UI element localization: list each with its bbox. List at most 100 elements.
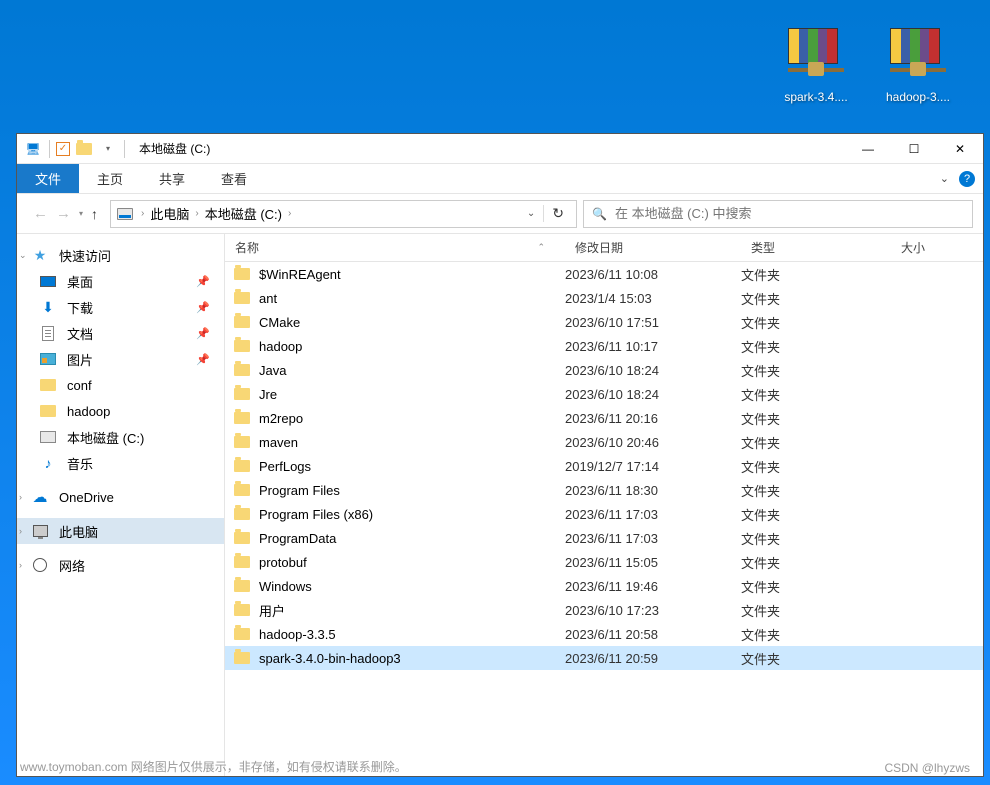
sidebar-item-label: 图片 bbox=[67, 350, 93, 369]
nav-history-dropdown-icon[interactable]: ▾ bbox=[79, 209, 83, 218]
table-row[interactable]: m2repo2023/6/11 20:16文件夹 bbox=[225, 406, 983, 430]
sidebar-item-network[interactable]: › 网络 bbox=[17, 552, 224, 578]
sidebar-item-music[interactable]: ♪ 音乐 bbox=[17, 450, 224, 476]
window-controls: — ☐ ✕ bbox=[845, 134, 983, 164]
file-type: 文件夹 bbox=[741, 313, 891, 332]
music-icon: ♪ bbox=[39, 454, 57, 472]
file-date: 2023/6/11 17:03 bbox=[565, 507, 741, 522]
table-row[interactable]: $WinREAgent2023/6/11 10:08文件夹 bbox=[225, 262, 983, 286]
table-row[interactable]: ProgramData2023/6/11 17:03文件夹 bbox=[225, 526, 983, 550]
desktop-icon-hadoop[interactable]: hadoop-3.... bbox=[878, 28, 958, 104]
desktop-icon-label: hadoop-3.... bbox=[886, 90, 950, 104]
explorer-body: ⌄ ★ 快速访问 桌面 📌 ⬇ 下载 📌 文档 📌 bbox=[17, 234, 983, 776]
help-icon[interactable]: ? bbox=[959, 171, 975, 187]
sidebar-item-onedrive[interactable]: › ☁ OneDrive bbox=[17, 484, 224, 510]
table-row[interactable]: Program Files (x86)2023/6/11 17:03文件夹 bbox=[225, 502, 983, 526]
breadcrumb-current[interactable]: 本地磁盘 (C:) bbox=[205, 204, 282, 223]
table-row[interactable]: ant2023/1/4 15:03文件夹 bbox=[225, 286, 983, 310]
sidebar-item-this-pc[interactable]: › 此电脑 bbox=[17, 518, 224, 544]
ribbon-tab-share[interactable]: 共享 bbox=[141, 164, 203, 193]
sidebar-item-pictures[interactable]: 图片 📌 bbox=[17, 346, 224, 372]
qat-dropdown-icon[interactable]: ▾ bbox=[98, 139, 118, 159]
network-icon bbox=[31, 556, 49, 574]
table-row[interactable]: CMake2023/6/10 17:51文件夹 bbox=[225, 310, 983, 334]
nav-back-button[interactable]: ← bbox=[33, 205, 48, 222]
ribbon-tab-file[interactable]: 文件 bbox=[17, 164, 79, 193]
file-date: 2023/6/10 17:23 bbox=[565, 603, 741, 618]
ribbon-tab-home[interactable]: 主页 bbox=[79, 164, 141, 193]
star-icon: ★ bbox=[31, 246, 49, 264]
chevron-right-icon[interactable]: › bbox=[141, 208, 144, 219]
file-date: 2023/6/11 17:03 bbox=[565, 531, 741, 546]
search-box[interactable]: 🔍 bbox=[583, 200, 973, 228]
file-date: 2023/6/11 19:46 bbox=[565, 579, 741, 594]
chevron-right-icon[interactable]: › bbox=[19, 560, 22, 570]
desktop-icon-spark[interactable]: spark-3.4.... bbox=[776, 28, 856, 104]
nav-forward-button[interactable]: → bbox=[56, 205, 71, 222]
sidebar-item-label: 音乐 bbox=[67, 454, 93, 473]
column-header-date[interactable]: 修改日期 bbox=[565, 239, 741, 256]
ribbon-tab-view[interactable]: 查看 bbox=[203, 164, 265, 193]
drive-icon bbox=[115, 208, 135, 220]
chevron-right-icon[interactable]: › bbox=[288, 208, 291, 219]
address-bar[interactable]: › 此电脑 › 本地磁盘 (C:) › ⌄ ↻ bbox=[110, 200, 577, 228]
chevron-right-icon[interactable]: › bbox=[195, 208, 198, 219]
minimize-button[interactable]: — bbox=[845, 134, 891, 164]
file-name: Java bbox=[259, 363, 565, 378]
file-type: 文件夹 bbox=[741, 289, 891, 308]
table-row[interactable]: maven2023/6/10 20:46文件夹 bbox=[225, 430, 983, 454]
close-button[interactable]: ✕ bbox=[937, 134, 983, 164]
table-row[interactable]: hadoop-3.3.52023/6/11 20:58文件夹 bbox=[225, 622, 983, 646]
column-header-type[interactable]: 类型 bbox=[741, 239, 891, 256]
sidebar-item-conf[interactable]: conf bbox=[17, 372, 224, 398]
file-date: 2023/6/10 17:51 bbox=[565, 315, 741, 330]
refresh-button[interactable]: ↻ bbox=[543, 205, 572, 222]
breadcrumb-root[interactable]: 此电脑 bbox=[150, 204, 189, 223]
separator bbox=[124, 140, 125, 158]
checkbox-icon[interactable]: ✓ bbox=[56, 142, 70, 156]
search-input[interactable] bbox=[615, 206, 964, 221]
sidebar-item-documents[interactable]: 文档 📌 bbox=[17, 320, 224, 346]
sidebar-item-label: 此电脑 bbox=[59, 522, 98, 541]
document-icon bbox=[39, 324, 57, 342]
column-header-name[interactable]: 名称 ⌃ bbox=[225, 239, 565, 256]
address-bar-row: ← → ▾ ↑ › 此电脑 › 本地磁盘 (C:) › ⌄ ↻ 🔍 bbox=[17, 194, 983, 234]
desktop-icon-label: spark-3.4.... bbox=[784, 90, 847, 104]
table-row[interactable]: spark-3.4.0-bin-hadoop32023/6/11 20:59文件… bbox=[225, 646, 983, 670]
ribbon-expand-icon[interactable]: ⌄ bbox=[940, 172, 949, 185]
sidebar-item-label: 桌面 bbox=[67, 272, 93, 291]
sidebar-item-label: OneDrive bbox=[59, 490, 114, 505]
table-row[interactable]: 用户2023/6/10 17:23文件夹 bbox=[225, 598, 983, 622]
table-row[interactable]: hadoop2023/6/11 10:17文件夹 bbox=[225, 334, 983, 358]
table-row[interactable]: Windows2023/6/11 19:46文件夹 bbox=[225, 574, 983, 598]
sidebar-item-desktop[interactable]: 桌面 📌 bbox=[17, 268, 224, 294]
chevron-right-icon[interactable]: › bbox=[19, 492, 22, 502]
table-row[interactable]: Program Files2023/6/11 18:30文件夹 bbox=[225, 478, 983, 502]
maximize-button[interactable]: ☐ bbox=[891, 134, 937, 164]
folder-icon bbox=[225, 292, 259, 304]
table-row[interactable]: protobuf2023/6/11 15:05文件夹 bbox=[225, 550, 983, 574]
sidebar-item-quick-access[interactable]: ⌄ ★ 快速访问 bbox=[17, 242, 224, 268]
watermark-left: www.toymoban.com 网络图片仅供展示，非存储，如有侵权请联系删除。 bbox=[20, 758, 407, 775]
pin-icon: 📌 bbox=[196, 275, 210, 288]
address-dropdown-icon[interactable]: ⌄ bbox=[519, 208, 543, 219]
sidebar-item-downloads[interactable]: ⬇ 下载 📌 bbox=[17, 294, 224, 320]
table-row[interactable]: Java2023/6/10 18:24文件夹 bbox=[225, 358, 983, 382]
file-type: 文件夹 bbox=[741, 409, 891, 428]
chevron-right-icon[interactable]: › bbox=[19, 526, 22, 536]
sidebar-item-local-disk[interactable]: 本地磁盘 (C:) bbox=[17, 424, 224, 450]
chevron-down-icon[interactable]: ⌄ bbox=[19, 250, 27, 261]
file-name: hadoop-3.3.5 bbox=[259, 627, 565, 642]
watermark-right: CSDN @lhyzws bbox=[884, 761, 970, 775]
nav-up-button[interactable]: ↑ bbox=[91, 206, 98, 222]
file-date: 2023/6/11 10:17 bbox=[565, 339, 741, 354]
table-row[interactable]: PerfLogs2019/12/7 17:14文件夹 bbox=[225, 454, 983, 478]
folder-icon bbox=[225, 508, 259, 520]
pc-icon bbox=[31, 522, 49, 540]
table-row[interactable]: Jre2023/6/10 18:24文件夹 bbox=[225, 382, 983, 406]
column-header-size[interactable]: 大小 bbox=[891, 239, 983, 256]
sidebar-item-hadoop[interactable]: hadoop bbox=[17, 398, 224, 424]
file-type: 文件夹 bbox=[741, 601, 891, 620]
file-type: 文件夹 bbox=[741, 481, 891, 500]
pin-icon: 📌 bbox=[196, 327, 210, 340]
